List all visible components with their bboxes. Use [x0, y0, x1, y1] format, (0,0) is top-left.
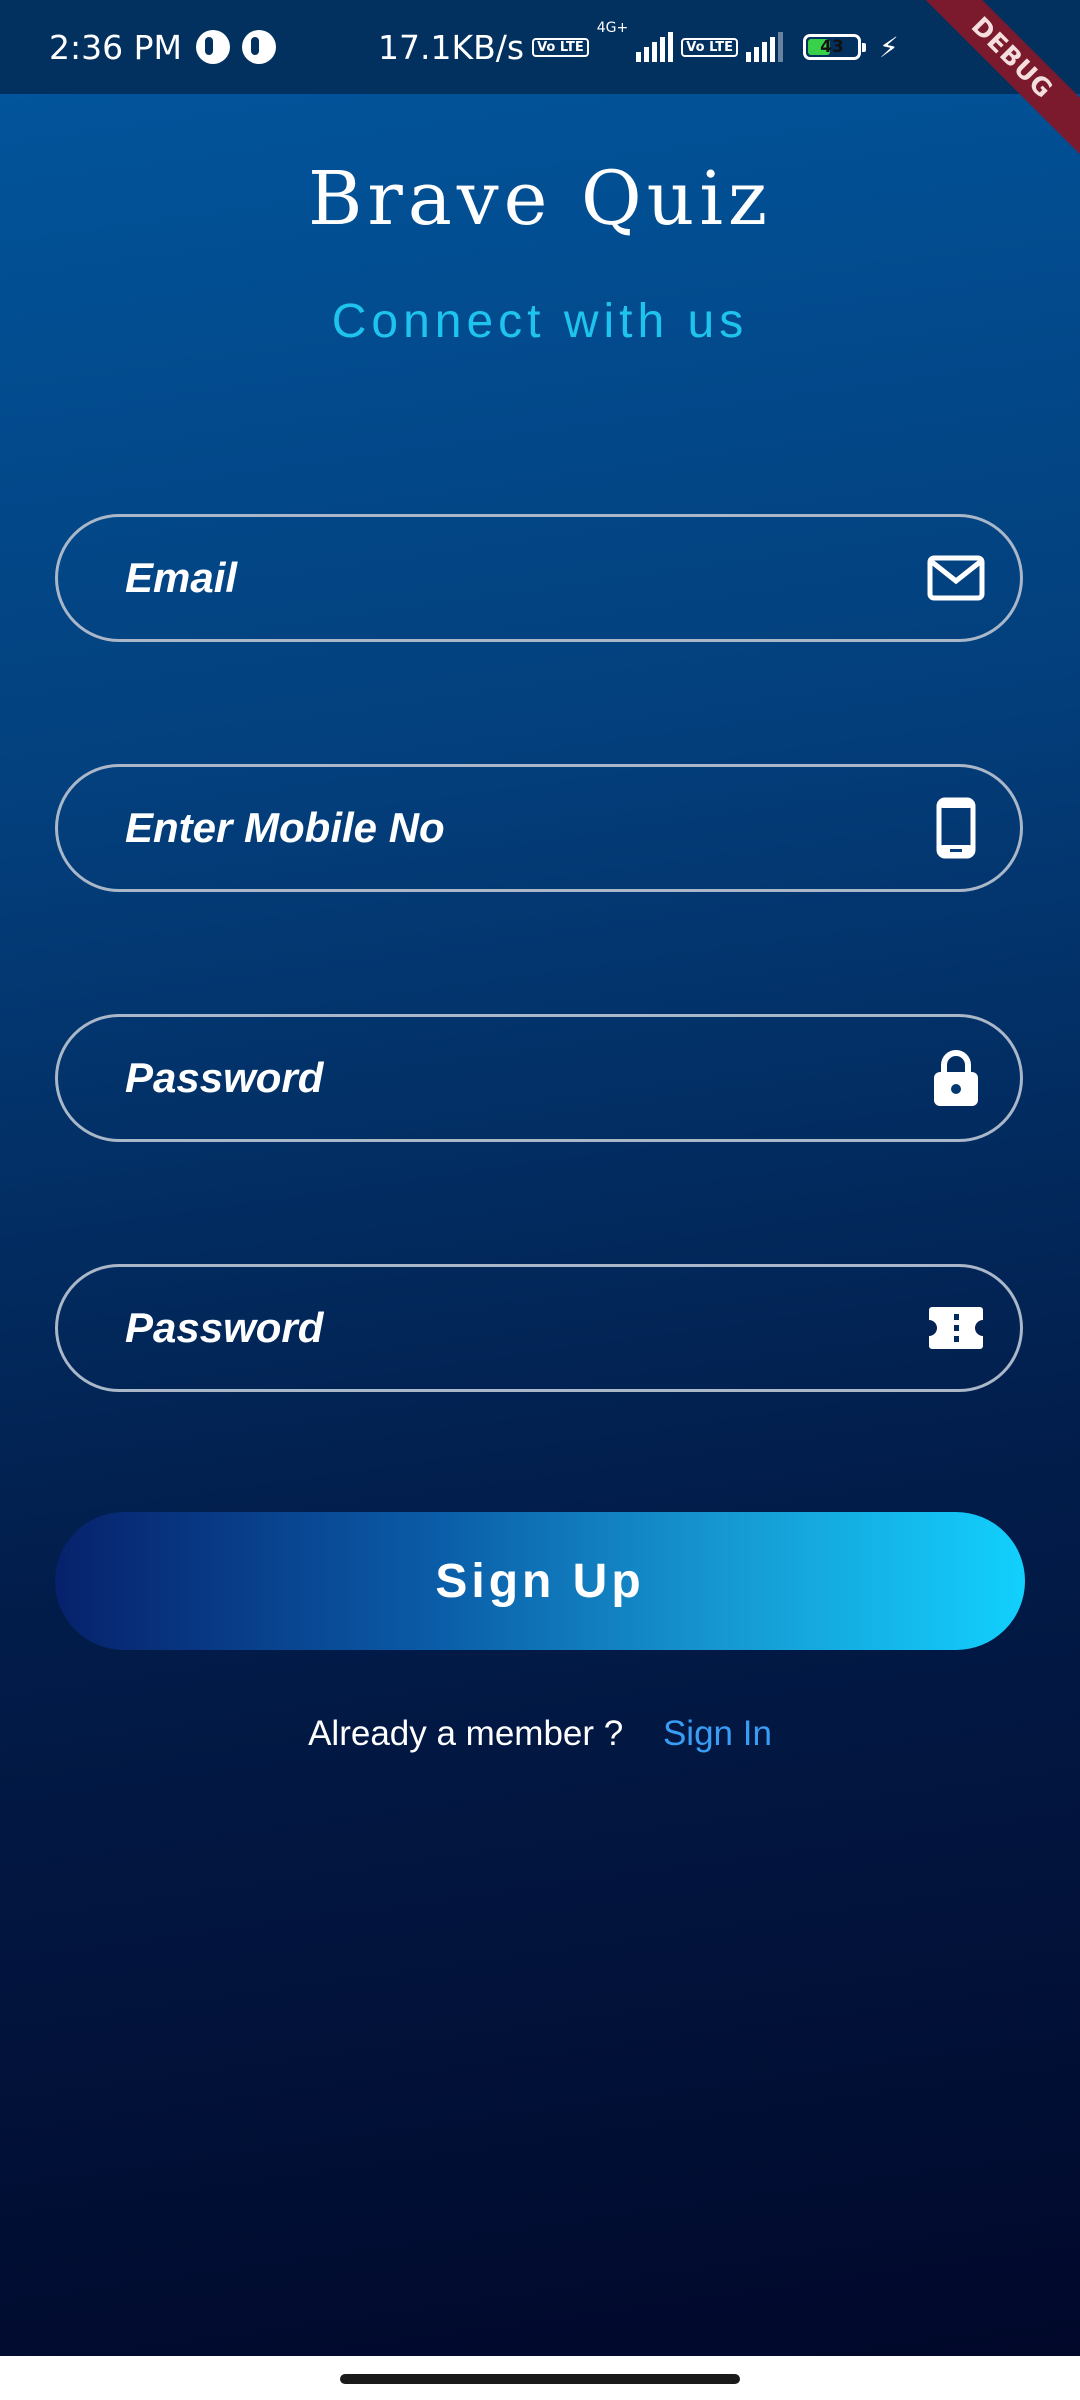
battery-level: 43	[820, 37, 844, 57]
sign-up-button[interactable]: Sign Up	[55, 1512, 1025, 1650]
password-field[interactable]	[55, 1014, 1023, 1142]
notification-icon	[195, 30, 230, 64]
lock-icon	[925, 1047, 987, 1109]
email-field[interactable]	[55, 514, 1023, 642]
app-title: Brave Quiz	[308, 156, 772, 242]
signup-screen: Brave Quiz Connect with us Email Enter M…	[0, 94, 1080, 2356]
confirm-password-input[interactable]	[125, 1267, 885, 1389]
phone-icon	[925, 797, 987, 859]
mobile-field[interactable]	[55, 764, 1023, 892]
volte-icon: Vo LTE	[532, 37, 589, 57]
home-indicator[interactable]	[340, 2374, 740, 2384]
volte-icon: Vo LTE	[681, 37, 738, 57]
sign-in-link[interactable]: Sign In	[663, 1714, 772, 1753]
already-member-text: Already a member ?	[308, 1714, 624, 1753]
mobile-input[interactable]	[125, 767, 885, 889]
password-input[interactable]	[125, 1017, 885, 1139]
mail-icon	[925, 547, 987, 609]
email-input[interactable]	[125, 517, 885, 639]
signal-icon	[636, 32, 674, 62]
app-subtitle: Connect with us	[331, 295, 749, 348]
signal-icon	[745, 32, 783, 62]
network-speed: 17.1KB/s	[378, 27, 525, 67]
signin-prompt: Already a member ? Sign In	[0, 1714, 1080, 1754]
confirm-password-field[interactable]	[55, 1264, 1023, 1392]
network-type: 4G+	[596, 20, 629, 36]
status-indicators: 17.1KB/s Vo LTE 4G+ Vo LTE 43 ⚡	[378, 0, 899, 94]
notification-icon	[241, 30, 276, 64]
status-time: 2:36 PM	[49, 27, 182, 67]
navigation-bar	[0, 2356, 1080, 2400]
charging-icon: ⚡	[878, 30, 899, 64]
battery-icon: 43	[802, 34, 866, 60]
status-left: 2:36 PM	[49, 0, 276, 94]
ticket-icon	[925, 1297, 987, 1359]
status-bar: 2:36 PM 17.1KB/s Vo LTE 4G+ Vo LTE 43 ⚡	[0, 0, 1080, 94]
debug-label: DEBUG	[920, 0, 1080, 157]
debug-banner: DEBUG	[920, 0, 1080, 160]
